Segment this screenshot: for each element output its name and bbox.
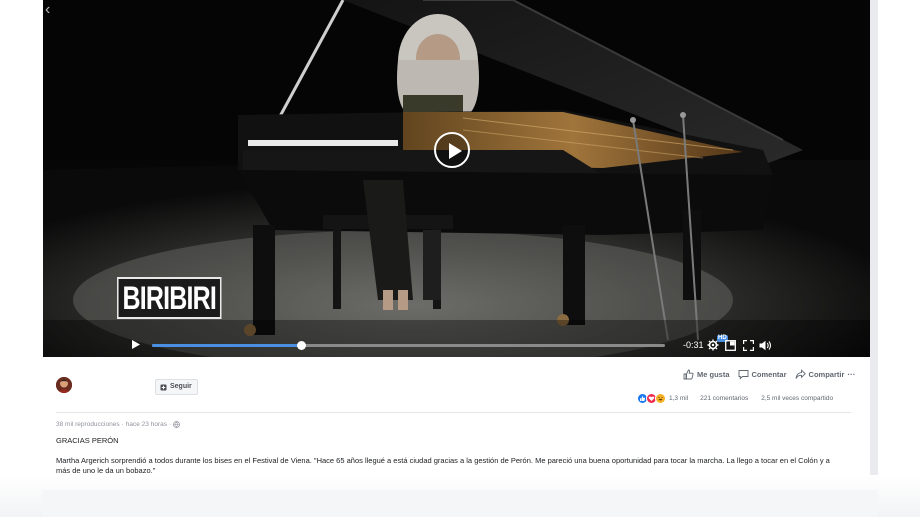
share-icon: [795, 368, 806, 379]
shares-count[interactable]: 2,5 mil veces compartido: [761, 395, 833, 402]
view-count: 38 mil reproducciones: [56, 421, 120, 428]
avatar-image: [56, 377, 72, 393]
reactions-count[interactable]: 1,3 mil: [669, 395, 688, 402]
comment-label: Comentar: [751, 369, 787, 379]
post-title: GRACIAS PERÓN: [56, 436, 119, 445]
post-body: Martha Argerich sorprendió a todos duran…: [56, 456, 830, 475]
post-stats: 1,3 mil 221 comentarios 2,5 mil veces co…: [637, 393, 846, 404]
follow-label: Seguir: [170, 383, 192, 390]
meta-separator: ·: [121, 421, 124, 428]
comment-button[interactable]: Comentar: [738, 369, 787, 380]
comments-count[interactable]: 221 comentarios: [700, 395, 748, 402]
like-label: Me gusta: [697, 369, 730, 379]
more-options-icon[interactable]: ···: [847, 370, 855, 379]
haha-reaction-icon: [655, 393, 666, 404]
meta-separator: ·: [168, 421, 172, 428]
volume-icon[interactable]: [759, 338, 772, 356]
page-scroll-edge: [870, 0, 878, 475]
share-label: Compartir: [808, 369, 845, 379]
follow-button[interactable]: Seguir: [155, 379, 198, 395]
next-post-placeholder: [42, 490, 878, 517]
video-player[interactable]: ‹ BIRIBIRI -0:31 HD: [43, 0, 870, 357]
thumbs-up-icon: [683, 369, 694, 379]
like-button[interactable]: Me gusta: [683, 369, 730, 380]
comment-icon: [738, 369, 748, 380]
post-action-bar: Me gusta Comentar Compartir ···: [683, 367, 855, 381]
video-progress-bar[interactable]: [152, 341, 665, 350]
post-meta: 38 mil reproducciones · hace 23 horas ·: [56, 421, 181, 428]
time-remaining: -0:31: [683, 340, 704, 350]
fullscreen-icon[interactable]: [742, 338, 755, 356]
back-chevron-icon[interactable]: ‹: [45, 2, 50, 18]
video-controls: -0:31 HD: [43, 332, 870, 357]
video-progress-fill: [152, 344, 301, 347]
share-button[interactable]: Compartir: [795, 368, 845, 380]
play-overlay-button[interactable]: [434, 132, 470, 168]
video-watermark: BIRIBIRI: [117, 277, 222, 319]
post-time[interactable]: hace 23 horas: [126, 421, 167, 428]
picture-in-picture-icon[interactable]: [725, 338, 736, 356]
avatar[interactable]: [56, 377, 72, 393]
play-icon: [449, 143, 462, 159]
play-icon[interactable]: [132, 340, 140, 349]
globe-icon[interactable]: [173, 421, 181, 428]
follow-icon: [160, 384, 167, 390]
settings-icon[interactable]: HD: [707, 335, 728, 356]
video-progress-handle[interactable]: [296, 341, 306, 350]
divider: [56, 412, 851, 413]
